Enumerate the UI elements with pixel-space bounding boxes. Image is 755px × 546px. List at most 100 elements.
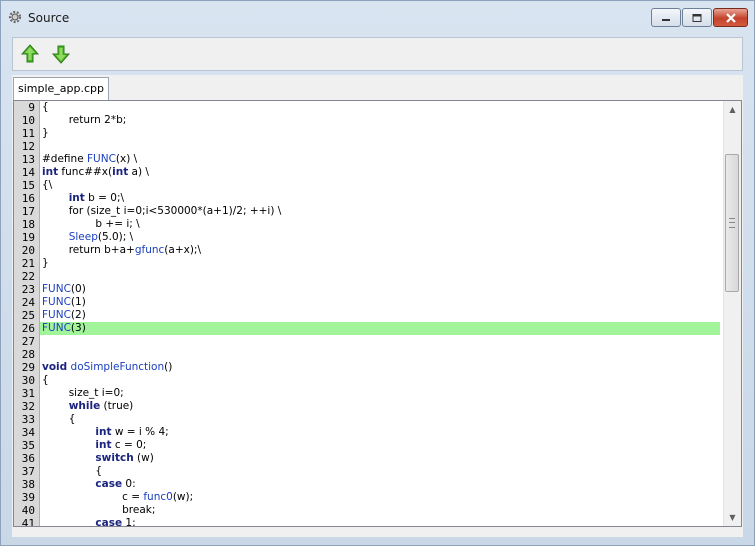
code-line[interactable]: 9{	[14, 101, 720, 114]
code-text: void doSimpleFunction()	[42, 361, 173, 373]
code-text: switch (w)	[95, 452, 154, 464]
line-number: 37	[21, 465, 35, 478]
code-line[interactable]: 22	[14, 270, 720, 283]
line-number: 14	[21, 166, 35, 179]
code-line[interactable]: 18 b += i; \	[14, 218, 720, 231]
code-line[interactable]: 29 void doSimpleFunction()	[14, 361, 720, 374]
code-text: c = func0(w);	[42, 491, 194, 503]
code-line[interactable]: 13 #define FUNC(x) \	[14, 153, 720, 166]
line-number: 19	[21, 231, 35, 244]
code-line[interactable]: 39 c = func0(w);	[14, 491, 720, 504]
line-number: 32	[21, 400, 35, 413]
code-text: }	[42, 257, 49, 269]
code-line[interactable]: 16 int b = 0;\	[14, 192, 720, 205]
line-number: 25	[21, 309, 35, 322]
code-text: FUNC(2)	[42, 309, 86, 321]
code-line[interactable]: 23 FUNC(0)	[14, 283, 720, 296]
code-text: {	[42, 374, 49, 386]
code-text: size_t i=0;	[42, 387, 124, 399]
code-line[interactable]: 19 Sleep(5.0); \	[14, 231, 720, 244]
code-text: return 2*b;	[42, 114, 127, 126]
up-arrow-icon[interactable]	[20, 44, 40, 64]
close-button[interactable]	[713, 8, 748, 27]
line-number: 33	[21, 413, 35, 426]
scroll-up-arrow-icon[interactable]: ▲	[724, 101, 741, 118]
minimize-icon	[662, 18, 670, 21]
line-number: 30	[21, 374, 35, 387]
window-title: Source	[28, 11, 70, 25]
code-line[interactable]: 12	[14, 140, 720, 153]
line-number: 12	[21, 140, 35, 153]
code-line[interactable]: 25 FUNC(2)	[14, 309, 720, 322]
code-line[interactable]: 33 {	[14, 413, 720, 426]
scrollbar-thumb[interactable]	[725, 154, 739, 292]
code-text: #define FUNC(x) \	[42, 153, 138, 165]
code-line[interactable]: 21}	[14, 257, 720, 270]
tab-simple-app-cpp[interactable]: simple_app.cpp	[13, 77, 109, 100]
code-text: break;	[42, 504, 156, 516]
vertical-scrollbar[interactable]: ▲ ▼	[723, 101, 741, 526]
code-line[interactable]: 41 case 1:	[14, 517, 720, 527]
line-number: 20	[21, 244, 35, 257]
code-line[interactable]: 31 size_t i=0;	[14, 387, 720, 400]
code-text: FUNC(0)	[42, 283, 86, 295]
minimize-button[interactable]	[651, 8, 681, 27]
line-number: 10	[21, 114, 35, 127]
line-number: 11	[21, 127, 35, 140]
maximize-icon	[692, 13, 702, 22]
code-line[interactable]: 35 int c = 0;	[14, 439, 720, 452]
code-line[interactable]: 20 return b+a+gfunc(a+x);\	[14, 244, 720, 257]
code-line[interactable]: 24 FUNC(1)	[14, 296, 720, 309]
code-lines: 9{10 return 2*b; 11} 12 13 #define FUNC(x) \…	[14, 101, 720, 527]
code-line[interactable]: 40 break;	[14, 504, 720, 517]
code-text: {	[42, 465, 103, 477]
code-line[interactable]: 36 switch (w)	[14, 452, 720, 465]
code-line[interactable]: 34 int w = i % 4;	[14, 426, 720, 439]
line-number: 36	[21, 452, 35, 465]
line-number: 31	[21, 387, 35, 400]
code-editor[interactable]: 9{10 return 2*b; 11} 12 13 #define FUNC(x) \…	[13, 100, 742, 527]
code-text: {\	[42, 179, 53, 191]
code-text: FUNC(1)	[42, 296, 86, 308]
code-text: Sleep(5.0); \	[68, 231, 134, 243]
line-number: 34	[21, 426, 35, 439]
line-number: 24	[21, 296, 35, 309]
down-arrow-icon[interactable]	[51, 44, 71, 64]
line-number: 9	[28, 101, 35, 114]
source-panel: simple_app.cpp 9{10 return 2*b; 11} 12 13 #d…	[12, 75, 743, 537]
code-text: case 1:	[95, 517, 136, 527]
code-line[interactable]: 11}	[14, 127, 720, 140]
line-number: 35	[21, 439, 35, 452]
code-line[interactable]: 27	[14, 335, 720, 348]
code-line[interactable]: 30 {	[14, 374, 720, 387]
code-line[interactable]: 38 case 0:	[14, 478, 720, 491]
code-line[interactable]: 32 while (true)	[14, 400, 720, 413]
code-text: int b = 0;\	[68, 192, 125, 204]
code-line[interactable]: 17 for (size_t i=0;i<530000*(a+1)/2; ++i…	[14, 205, 720, 218]
line-number: 21	[21, 257, 35, 270]
scroll-down-arrow-icon[interactable]: ▼	[724, 509, 741, 526]
line-number: 18	[21, 218, 35, 231]
maximize-button[interactable]	[682, 8, 712, 27]
current-line[interactable]: 26 FUNC(3)	[14, 322, 720, 335]
line-number: 40	[21, 504, 35, 517]
code-text: int func##x(int a) \	[42, 166, 149, 178]
code-line[interactable]: 15 {\	[14, 179, 720, 192]
code-line[interactable]: 14 int func##x(int a) \	[14, 166, 720, 179]
code-text: FUNC(3)	[42, 322, 86, 334]
line-number: 29	[21, 361, 35, 374]
code-text: case 0:	[95, 478, 136, 490]
line-number: 41	[21, 517, 35, 527]
code-line[interactable]: 10 return 2*b;	[14, 114, 720, 127]
grip-icon	[729, 218, 735, 228]
code-line[interactable]: 37 {	[14, 465, 720, 478]
line-number: 22	[21, 270, 35, 283]
title-bar[interactable]: Source	[1, 1, 754, 33]
line-number: 15	[21, 179, 35, 192]
line-number: 39	[21, 491, 35, 504]
toolbar	[12, 37, 743, 71]
line-number: 28	[21, 348, 35, 361]
code-line[interactable]: 28	[14, 348, 720, 361]
code-text: while (true)	[68, 400, 134, 412]
code-text: {	[42, 101, 49, 113]
